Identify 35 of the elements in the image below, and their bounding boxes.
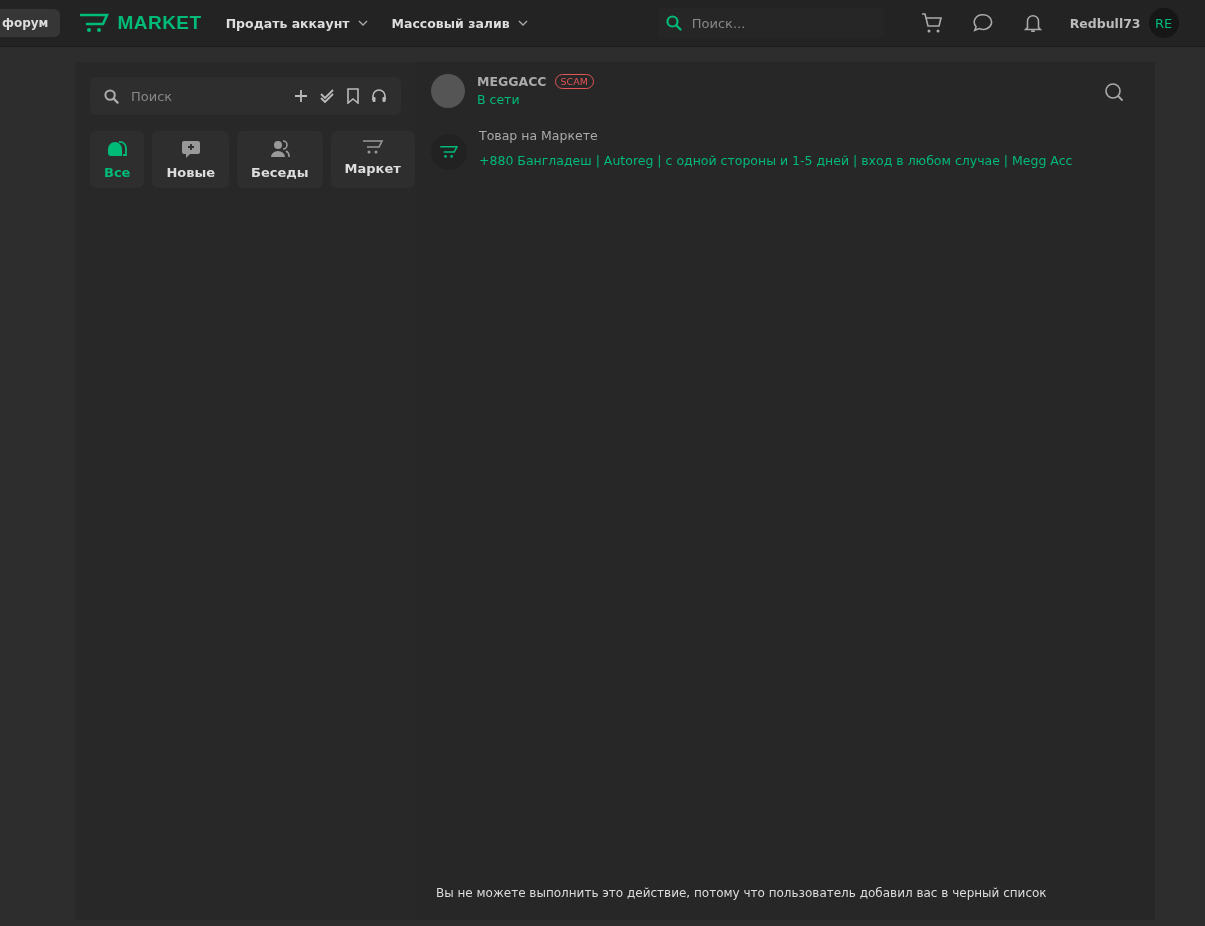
caret-icon	[357, 20, 368, 26]
caret-icon	[517, 20, 528, 26]
message-plus-icon	[180, 139, 201, 159]
users-icon	[269, 139, 290, 159]
search-icon[interactable]	[1104, 82, 1124, 102]
search-input[interactable]: Поиск...	[689, 14, 876, 32]
item-title: Товар на Маркете	[479, 128, 599, 143]
double-check-icon[interactable]	[319, 88, 335, 104]
nav-dropdown[interactable]: Массовый залив	[391, 15, 528, 31]
chat-icon[interactable]	[971, 12, 994, 34]
headset-icon[interactable]	[371, 88, 387, 104]
cart-icon	[439, 145, 459, 159]
search-icon	[104, 88, 119, 104]
online-status: В сети	[477, 92, 521, 107]
plus-icon[interactable]	[293, 88, 309, 104]
cart-icon	[361, 139, 384, 155]
user-avatar[interactable]: RE	[1148, 8, 1179, 38]
user-name[interactable]: MEGGACC	[477, 74, 547, 89]
filter-tab[interactable]: Новые	[152, 131, 230, 188]
cart-icon[interactable]	[919, 11, 944, 35]
nav-dropdown[interactable]: Продать аккаунт	[225, 15, 368, 31]
market-logo[interactable]: MARKET	[80, 12, 202, 34]
filter-tab[interactable]: Беседы	[237, 131, 323, 188]
filter-tab[interactable]: Маркет	[330, 131, 415, 188]
filter-tab[interactable]: Все	[90, 131, 145, 188]
forum-button[interactable]: форум	[0, 9, 61, 37]
blacklist-notice: Вы не можете выполнить это действие, потому что пользователь добавил вас в черный список	[435, 885, 1048, 902]
item-link[interactable]: +880 Бангладеш | Autoreg | с одной стороны и 1-5 дней | вход в любом случае | Megg Acc	[479, 153, 1073, 168]
bookmark-icon[interactable]	[345, 88, 361, 104]
chat-bubbles-icon	[107, 139, 128, 159]
search-input[interactable]: Поиск	[129, 87, 283, 105]
logo-text: MARKET	[117, 12, 202, 34]
search-icon	[665, 15, 682, 31]
bell-icon[interactable]	[1021, 12, 1044, 34]
username[interactable]: Redbull73	[1069, 15, 1141, 31]
